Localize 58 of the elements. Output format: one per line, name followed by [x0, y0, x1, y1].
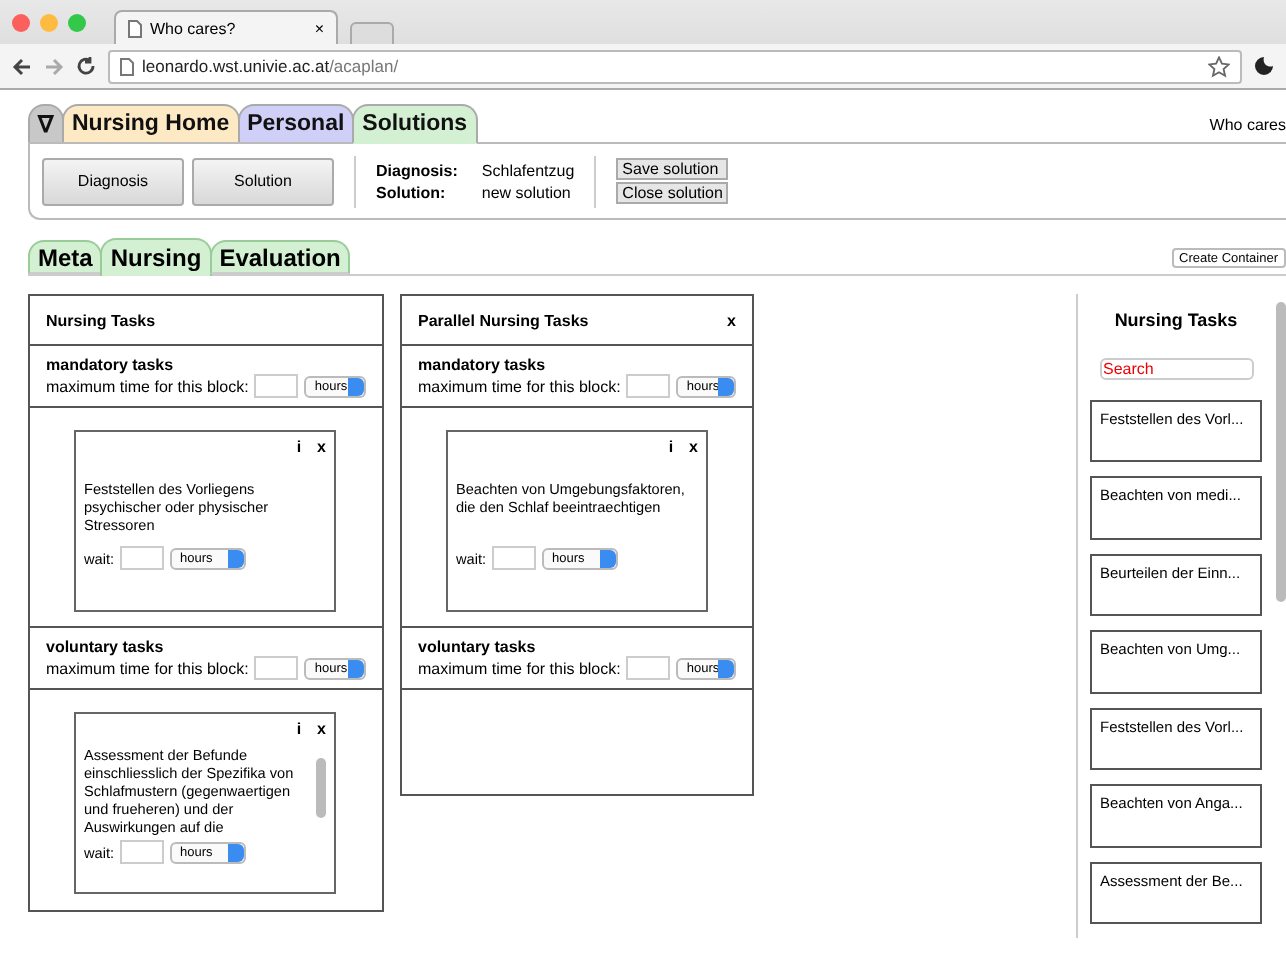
nav-tab[interactable]: Solutions — [352, 104, 478, 144]
browser-tab[interactable]: Who cares? × — [114, 10, 338, 44]
info-value: new solution — [481, 181, 573, 203]
info-button[interactable]: i — [296, 720, 302, 738]
wait-field[interactable] — [120, 840, 165, 864]
time-field[interactable] — [626, 656, 671, 680]
page-icon — [128, 19, 142, 37]
maximize-window-icon[interactable] — [68, 13, 86, 31]
address-bar[interactable]: leonardo.wst.univie.ac.at/acaplan/ — [108, 49, 1242, 83]
block-title: voluntary tasks — [46, 638, 166, 656]
tab-close-button[interactable]: × — [314, 19, 324, 37]
solution-button[interactable]: Save solution — [616, 158, 729, 180]
search-field[interactable]: Search — [1099, 358, 1253, 380]
reload-icon[interactable] — [76, 56, 96, 76]
star-icon[interactable] — [1208, 55, 1230, 77]
field-label: maximum time for this block: — [418, 659, 621, 677]
field-label: maximum time for this block: — [418, 377, 621, 395]
minimize-window-icon[interactable] — [40, 13, 58, 31]
field-label: maximum time for this block: — [46, 377, 249, 395]
time-field[interactable] — [254, 656, 299, 680]
info-button[interactable]: i — [296, 438, 302, 456]
wait-field[interactable] — [492, 546, 537, 570]
info-button[interactable]: i — [668, 438, 674, 456]
section-tab[interactable]: Evaluation — [209, 240, 351, 274]
section-tab[interactable]: Nursing — [100, 238, 212, 276]
close-button[interactable]: x — [317, 720, 326, 738]
info-label: Solution: — [376, 181, 448, 203]
section-tab[interactable]: Meta — [28, 240, 103, 274]
block-title: voluntary tasks — [418, 638, 538, 656]
info-label: Diagnosis: — [376, 159, 458, 181]
back-icon[interactable] — [12, 57, 32, 75]
nav-tab[interactable]: Personal — [237, 104, 355, 142]
toolbar-button[interactable]: Diagnosis — [42, 157, 184, 205]
container-title: Nursing Tasks — [46, 311, 156, 329]
user-name: Who cares — [1209, 116, 1286, 138]
page-icon — [120, 57, 134, 75]
container-title: Parallel Nursing Tasks — [418, 311, 589, 329]
info-value: Schlafentzug — [481, 159, 575, 181]
scrollbar[interactable] — [1276, 302, 1286, 602]
block-title: mandatory tasks — [46, 356, 176, 374]
block-title: mandatory tasks — [418, 356, 548, 374]
close-button[interactable]: x — [317, 438, 326, 456]
wait-field[interactable] — [120, 546, 165, 570]
close-button[interactable]: x — [689, 438, 698, 456]
scrollbar[interactable] — [316, 758, 326, 818]
forward-icon[interactable] — [44, 57, 64, 75]
new-tab-button[interactable] — [350, 22, 394, 44]
time-field[interactable] — [254, 374, 299, 398]
solution-button[interactable]: Close solution — [616, 182, 729, 204]
field-label: maximum time for this block: — [46, 659, 249, 677]
nav-tab[interactable]: Nursing Home — [62, 104, 240, 142]
nav-tab[interactable]: ∇ — [28, 104, 64, 142]
time-field[interactable] — [626, 374, 671, 398]
sidebar-title: Nursing Tasks — [1114, 310, 1238, 330]
toolbar-button[interactable]: Solution — [192, 157, 334, 205]
close-button[interactable]: x — [727, 311, 736, 329]
extension-icon[interactable] — [1254, 56, 1274, 76]
close-window-icon[interactable] — [12, 13, 30, 31]
